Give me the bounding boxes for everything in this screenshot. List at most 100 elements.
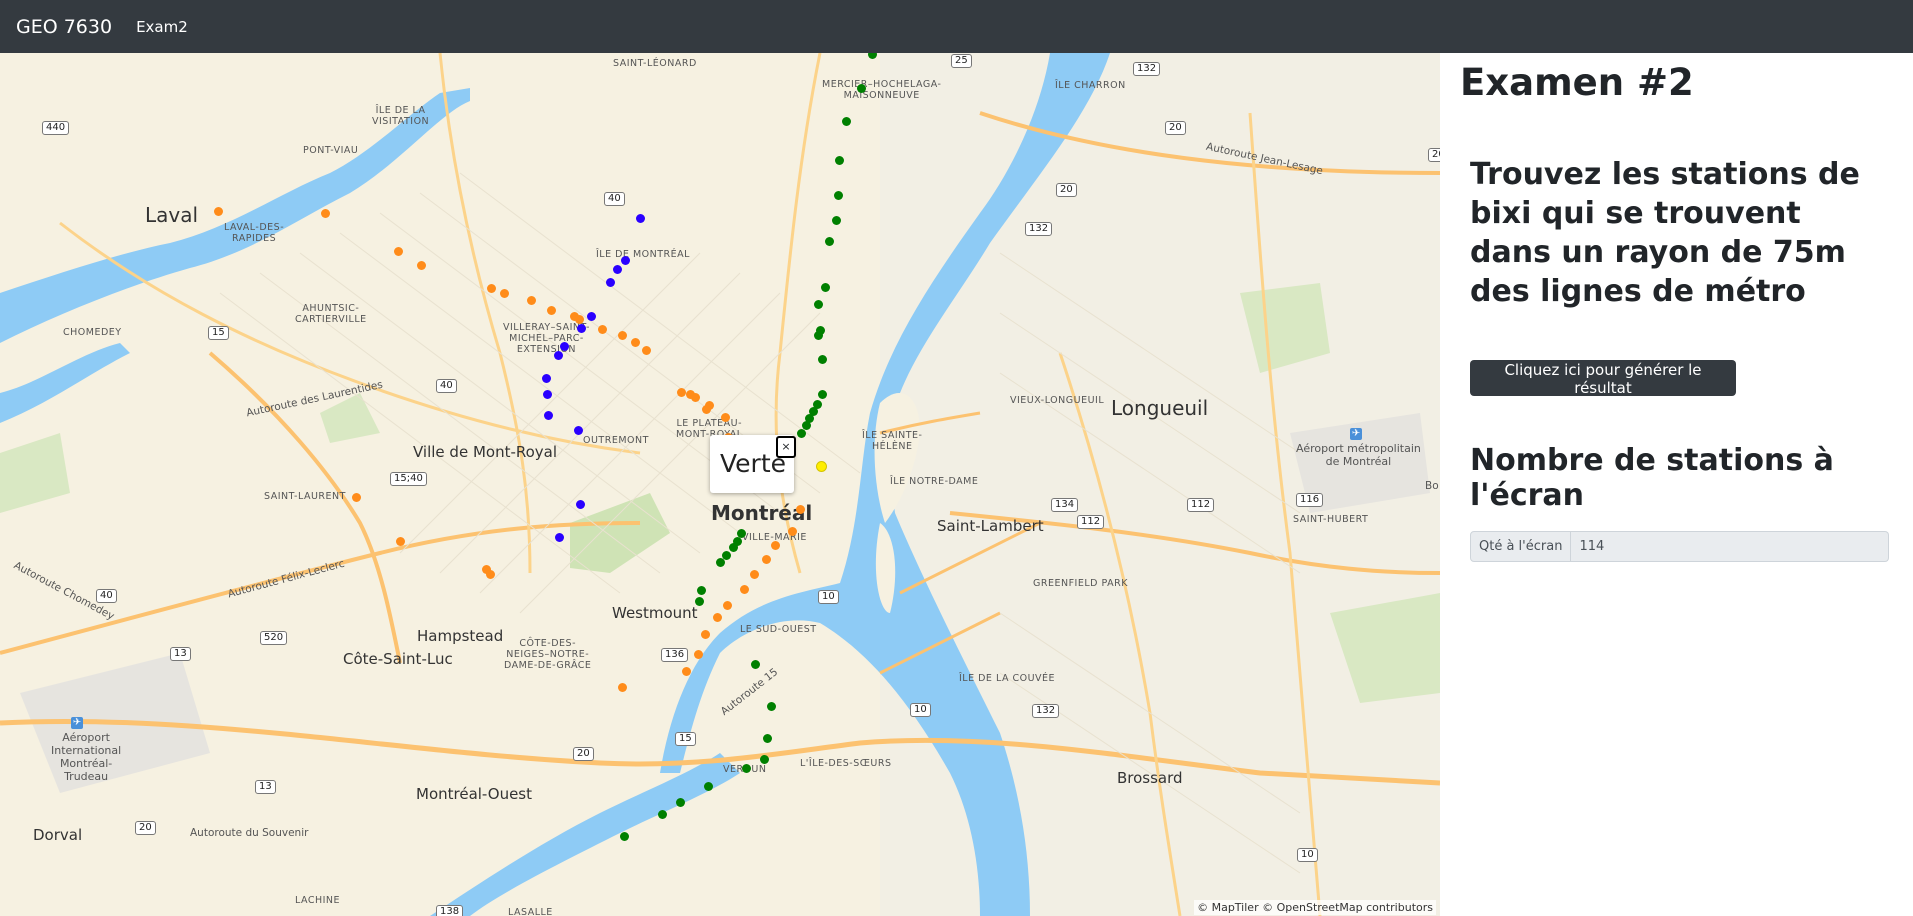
bixi-station-verte[interactable] bbox=[801, 420, 811, 430]
bixi-station-verte[interactable] bbox=[834, 155, 844, 165]
map-attribution[interactable]: © MapTiler © OpenStreetMap contributors bbox=[1194, 900, 1436, 915]
bixi-station-verte[interactable] bbox=[619, 831, 629, 841]
bixi-station-verte[interactable] bbox=[703, 781, 713, 791]
bixi-station-bleue[interactable] bbox=[605, 277, 615, 287]
bixi-station-verte[interactable] bbox=[813, 299, 823, 309]
bixi-station-orange[interactable] bbox=[693, 649, 703, 659]
bixi-station-orange[interactable] bbox=[416, 260, 426, 270]
bixi-station-bleue[interactable] bbox=[573, 425, 583, 435]
bixi-station-verte[interactable] bbox=[831, 215, 841, 225]
bixi-station-bleue[interactable] bbox=[612, 264, 622, 274]
label-laval-des-rapides: LAVAL-DES- RAPIDES bbox=[224, 222, 285, 244]
bixi-station-verte[interactable] bbox=[817, 354, 827, 364]
close-icon[interactable]: × bbox=[776, 436, 796, 458]
bixi-station-verte[interactable] bbox=[675, 797, 685, 807]
bixi-station-bleue[interactable] bbox=[576, 323, 586, 333]
bixi-station-orange[interactable] bbox=[320, 208, 330, 218]
bixi-station-orange[interactable] bbox=[700, 629, 710, 639]
navbar-brand[interactable]: GEO 7630 bbox=[16, 16, 112, 38]
bixi-station-orange[interactable] bbox=[213, 206, 223, 216]
bixi-station-orange[interactable] bbox=[681, 666, 691, 676]
bixi-station-verte[interactable] bbox=[867, 53, 877, 59]
bixi-station-orange[interactable] bbox=[720, 412, 730, 422]
label-sud-ouest: LE SUD-OUEST bbox=[740, 624, 817, 635]
bixi-station-orange[interactable] bbox=[499, 288, 509, 298]
bixi-station-orange[interactable] bbox=[690, 392, 700, 402]
bixi-station-verte[interactable] bbox=[728, 542, 738, 552]
side-panel: Examen #2 Trouvez les stations de bixi q… bbox=[1440, 53, 1913, 916]
bixi-station-orange[interactable] bbox=[676, 387, 686, 397]
bixi-station-orange[interactable] bbox=[641, 345, 651, 355]
bixi-station-orange[interactable] bbox=[712, 612, 722, 622]
bixi-station-verte[interactable] bbox=[715, 557, 725, 567]
label-ile-charron: ÎLE CHARRON bbox=[1055, 80, 1126, 91]
bixi-station-verte[interactable] bbox=[817, 389, 827, 399]
route-shield: 40 bbox=[96, 589, 117, 603]
bixi-station-orange[interactable] bbox=[526, 295, 536, 305]
bixi-station-orange[interactable] bbox=[351, 492, 361, 502]
route-shield: 520 bbox=[260, 631, 288, 645]
bixi-station-bleue[interactable] bbox=[543, 410, 553, 420]
bixi-station-orange[interactable] bbox=[749, 569, 759, 579]
route-shield: 132 bbox=[1025, 222, 1053, 236]
bixi-station-bleue[interactable] bbox=[541, 373, 551, 383]
bixi-station-orange[interactable] bbox=[701, 404, 711, 414]
bixi-station-orange[interactable] bbox=[617, 330, 627, 340]
bixi-station-verte[interactable] bbox=[824, 236, 834, 246]
bixi-station-orange[interactable] bbox=[787, 526, 797, 536]
bixi-station-verte[interactable] bbox=[841, 116, 851, 126]
bixi-station-verte[interactable] bbox=[766, 701, 776, 711]
bixi-station-verte[interactable] bbox=[759, 754, 769, 764]
bixi-station-orange[interactable] bbox=[546, 305, 556, 315]
bixi-station-verte[interactable] bbox=[762, 733, 772, 743]
bixi-station-verte[interactable] bbox=[833, 190, 843, 200]
bixi-station-verte[interactable] bbox=[856, 83, 866, 93]
bixi-station-orange[interactable] bbox=[486, 283, 496, 293]
label-bo: Bo bbox=[1425, 480, 1439, 492]
bixi-station-bleue[interactable] bbox=[554, 532, 564, 542]
nav-link-exam2[interactable]: Exam2 bbox=[136, 18, 188, 36]
bixi-station-bleue[interactable] bbox=[620, 255, 630, 265]
label-ahuntsic: AHUNTSIC- CARTIERVILLE bbox=[295, 303, 367, 325]
bixi-station-jaune[interactable] bbox=[815, 460, 827, 472]
bixi-station-verte[interactable] bbox=[750, 659, 760, 669]
bixi-station-bleue[interactable] bbox=[575, 499, 585, 509]
route-shield: 10 bbox=[910, 703, 931, 717]
bixi-station-orange[interactable] bbox=[485, 569, 495, 579]
station-count-label: Qté à l'écran bbox=[1470, 531, 1572, 562]
route-shield: 136 bbox=[661, 648, 689, 662]
generate-result-button[interactable]: Cliquez ici pour générer le résultat bbox=[1470, 360, 1736, 397]
bixi-station-orange[interactable] bbox=[761, 554, 771, 564]
bixi-station-verte[interactable] bbox=[657, 809, 667, 819]
bixi-station-orange[interactable] bbox=[393, 246, 403, 256]
bixi-station-bleue[interactable] bbox=[553, 350, 563, 360]
bixi-station-bleue[interactable] bbox=[559, 341, 569, 351]
bixi-station-verte[interactable] bbox=[813, 330, 823, 340]
bixi-station-bleue[interactable] bbox=[542, 389, 552, 399]
route-shield: 15 bbox=[208, 326, 229, 340]
label-outremont: OUTREMONT bbox=[583, 435, 649, 446]
bixi-station-orange[interactable] bbox=[630, 337, 640, 347]
bixi-station-orange[interactable] bbox=[574, 314, 584, 324]
bixi-station-orange[interactable] bbox=[795, 504, 805, 514]
bixi-station-verte[interactable] bbox=[696, 585, 706, 595]
map-view[interactable]: Laval Longueuil Montréal Ville de Mont-R… bbox=[0, 53, 1440, 916]
bixi-station-orange[interactable] bbox=[722, 600, 732, 610]
label-cdn: CÔTE-DES- NEIGES–NOTRE- DAME-DE-GRÂCE bbox=[504, 638, 592, 671]
bixi-station-bleue[interactable] bbox=[635, 213, 645, 223]
bixi-station-verte[interactable] bbox=[741, 763, 751, 773]
bixi-station-verte[interactable] bbox=[694, 596, 704, 606]
route-shield: 132 bbox=[1032, 704, 1060, 718]
bixi-station-verte[interactable] bbox=[796, 428, 806, 438]
bixi-station-orange[interactable] bbox=[770, 540, 780, 550]
station-count-value[interactable]: 114 bbox=[1571, 531, 1889, 562]
label-lasalle: LASALLE bbox=[508, 907, 553, 916]
route-shield: 138 bbox=[436, 905, 464, 916]
bixi-station-bleue[interactable] bbox=[586, 311, 596, 321]
bixi-station-orange[interactable] bbox=[395, 536, 405, 546]
bixi-station-orange[interactable] bbox=[739, 584, 749, 594]
bixi-station-orange[interactable] bbox=[617, 682, 627, 692]
bixi-station-verte[interactable] bbox=[820, 282, 830, 292]
bixi-station-orange[interactable] bbox=[597, 324, 607, 334]
route-shield: 40 bbox=[604, 192, 625, 206]
